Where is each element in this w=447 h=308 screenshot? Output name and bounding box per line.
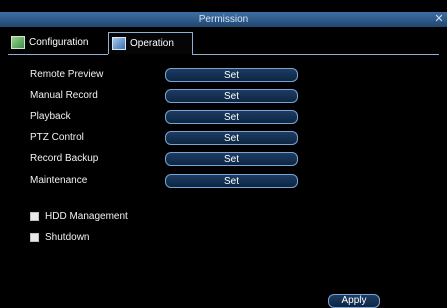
manual-record-set-button[interactable]: Set [165, 89, 298, 103]
playback-set-button[interactable]: Set [165, 110, 298, 124]
ptz-control-set-button[interactable]: Set [165, 131, 298, 145]
shutdown-checkbox[interactable] [30, 232, 39, 242]
title-bar: Permission ✕ [0, 12, 447, 27]
manual-record-label: Manual Record [30, 90, 98, 101]
shutdown-option[interactable]: Shutdown [30, 231, 89, 243]
tab-bar: Configuration Operation [8, 32, 408, 54]
close-icon[interactable]: ✕ [433, 13, 445, 25]
remote-preview-label: Remote Preview [30, 69, 104, 80]
ptz-control-label: PTZ Control [30, 132, 84, 143]
maintenance-label: Maintenance [30, 175, 88, 186]
apply-button[interactable]: Apply [328, 294, 380, 308]
hdd-management-label: HDD Management [45, 210, 128, 222]
configuration-icon [11, 35, 25, 49]
hdd-management-option[interactable]: HDD Management [30, 210, 128, 222]
remote-preview-set-button[interactable]: Set [165, 68, 298, 82]
permission-window: Permission ✕ Configuration Operation Rem… [0, 0, 447, 308]
tab-label: Operation [130, 38, 174, 49]
tab-divider [8, 54, 439, 55]
hdd-management-checkbox[interactable] [30, 211, 39, 221]
window-title: Permission [198, 14, 249, 25]
tab-configuration[interactable]: Configuration [8, 32, 104, 52]
maintenance-set-button[interactable]: Set [165, 174, 298, 188]
playback-label: Playback [30, 111, 71, 122]
tab-label: Configuration [29, 36, 89, 48]
shutdown-label: Shutdown [45, 231, 90, 243]
record-backup-set-button[interactable]: Set [165, 152, 298, 166]
record-backup-label: Record Backup [30, 153, 99, 164]
operation-icon [112, 37, 126, 50]
active-tab-gap [108, 54, 192, 55]
tab-operation[interactable]: Operation [108, 32, 193, 54]
